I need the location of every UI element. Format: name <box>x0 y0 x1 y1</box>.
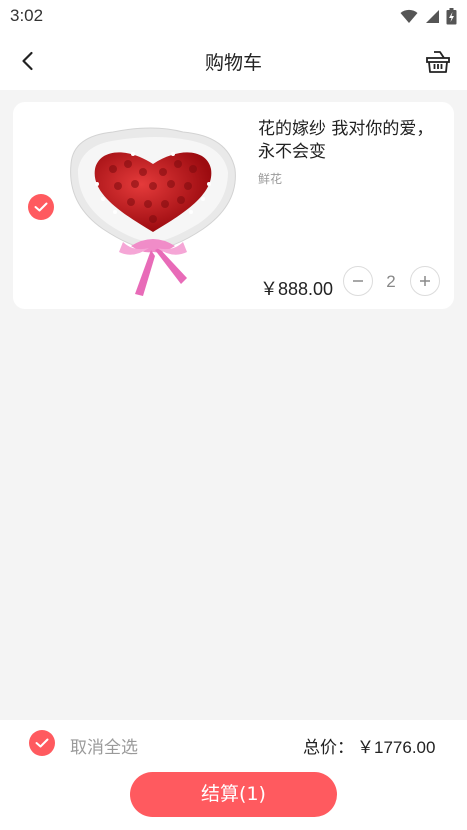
select-all-checkbox[interactable] <box>29 730 55 756</box>
quantity-value: 2 <box>386 272 396 291</box>
product-name: 花的嫁纱 我对你的爱，永不会变 <box>258 119 434 162</box>
total-label: 总价： <box>303 738 354 758</box>
nav-bar: 购物车 <box>0 32 467 90</box>
select-all-label[interactable]: 取消全选 <box>70 733 138 758</box>
status-time: 3:02 <box>10 6 44 25</box>
product-category: 鲜花 <box>258 172 283 186</box>
wifi-icon <box>400 9 418 23</box>
status-bar: 3:02 <box>0 0 467 32</box>
plus-icon <box>420 276 430 286</box>
status-icons <box>400 7 457 25</box>
page-title: 购物车 <box>204 51 262 74</box>
minus-icon <box>353 280 363 282</box>
quantity-increase-button[interactable] <box>410 266 440 296</box>
cart-item-card: 花的嫁纱 我对你的爱，永不会变 鲜花 ￥888.00 2 <box>13 102 454 309</box>
quantity-decrease-button[interactable] <box>343 266 373 296</box>
checkout-button[interactable]: 结算(1) <box>130 772 337 817</box>
product-price: ￥888.00 <box>260 279 334 299</box>
checkout-bar: 取消全选 总价： ￥1776.00 结算(1) <box>0 720 467 830</box>
item-select-checkbox[interactable] <box>28 194 54 220</box>
checkmark-icon <box>34 202 48 212</box>
checkmark-icon <box>35 738 49 748</box>
product-image <box>70 127 236 296</box>
basket-icon[interactable] <box>425 48 451 74</box>
chevron-left-icon[interactable] <box>16 49 40 73</box>
signal-icon <box>426 9 439 23</box>
battery-icon <box>446 7 457 24</box>
total-price: ￥1776.00 <box>357 738 436 757</box>
